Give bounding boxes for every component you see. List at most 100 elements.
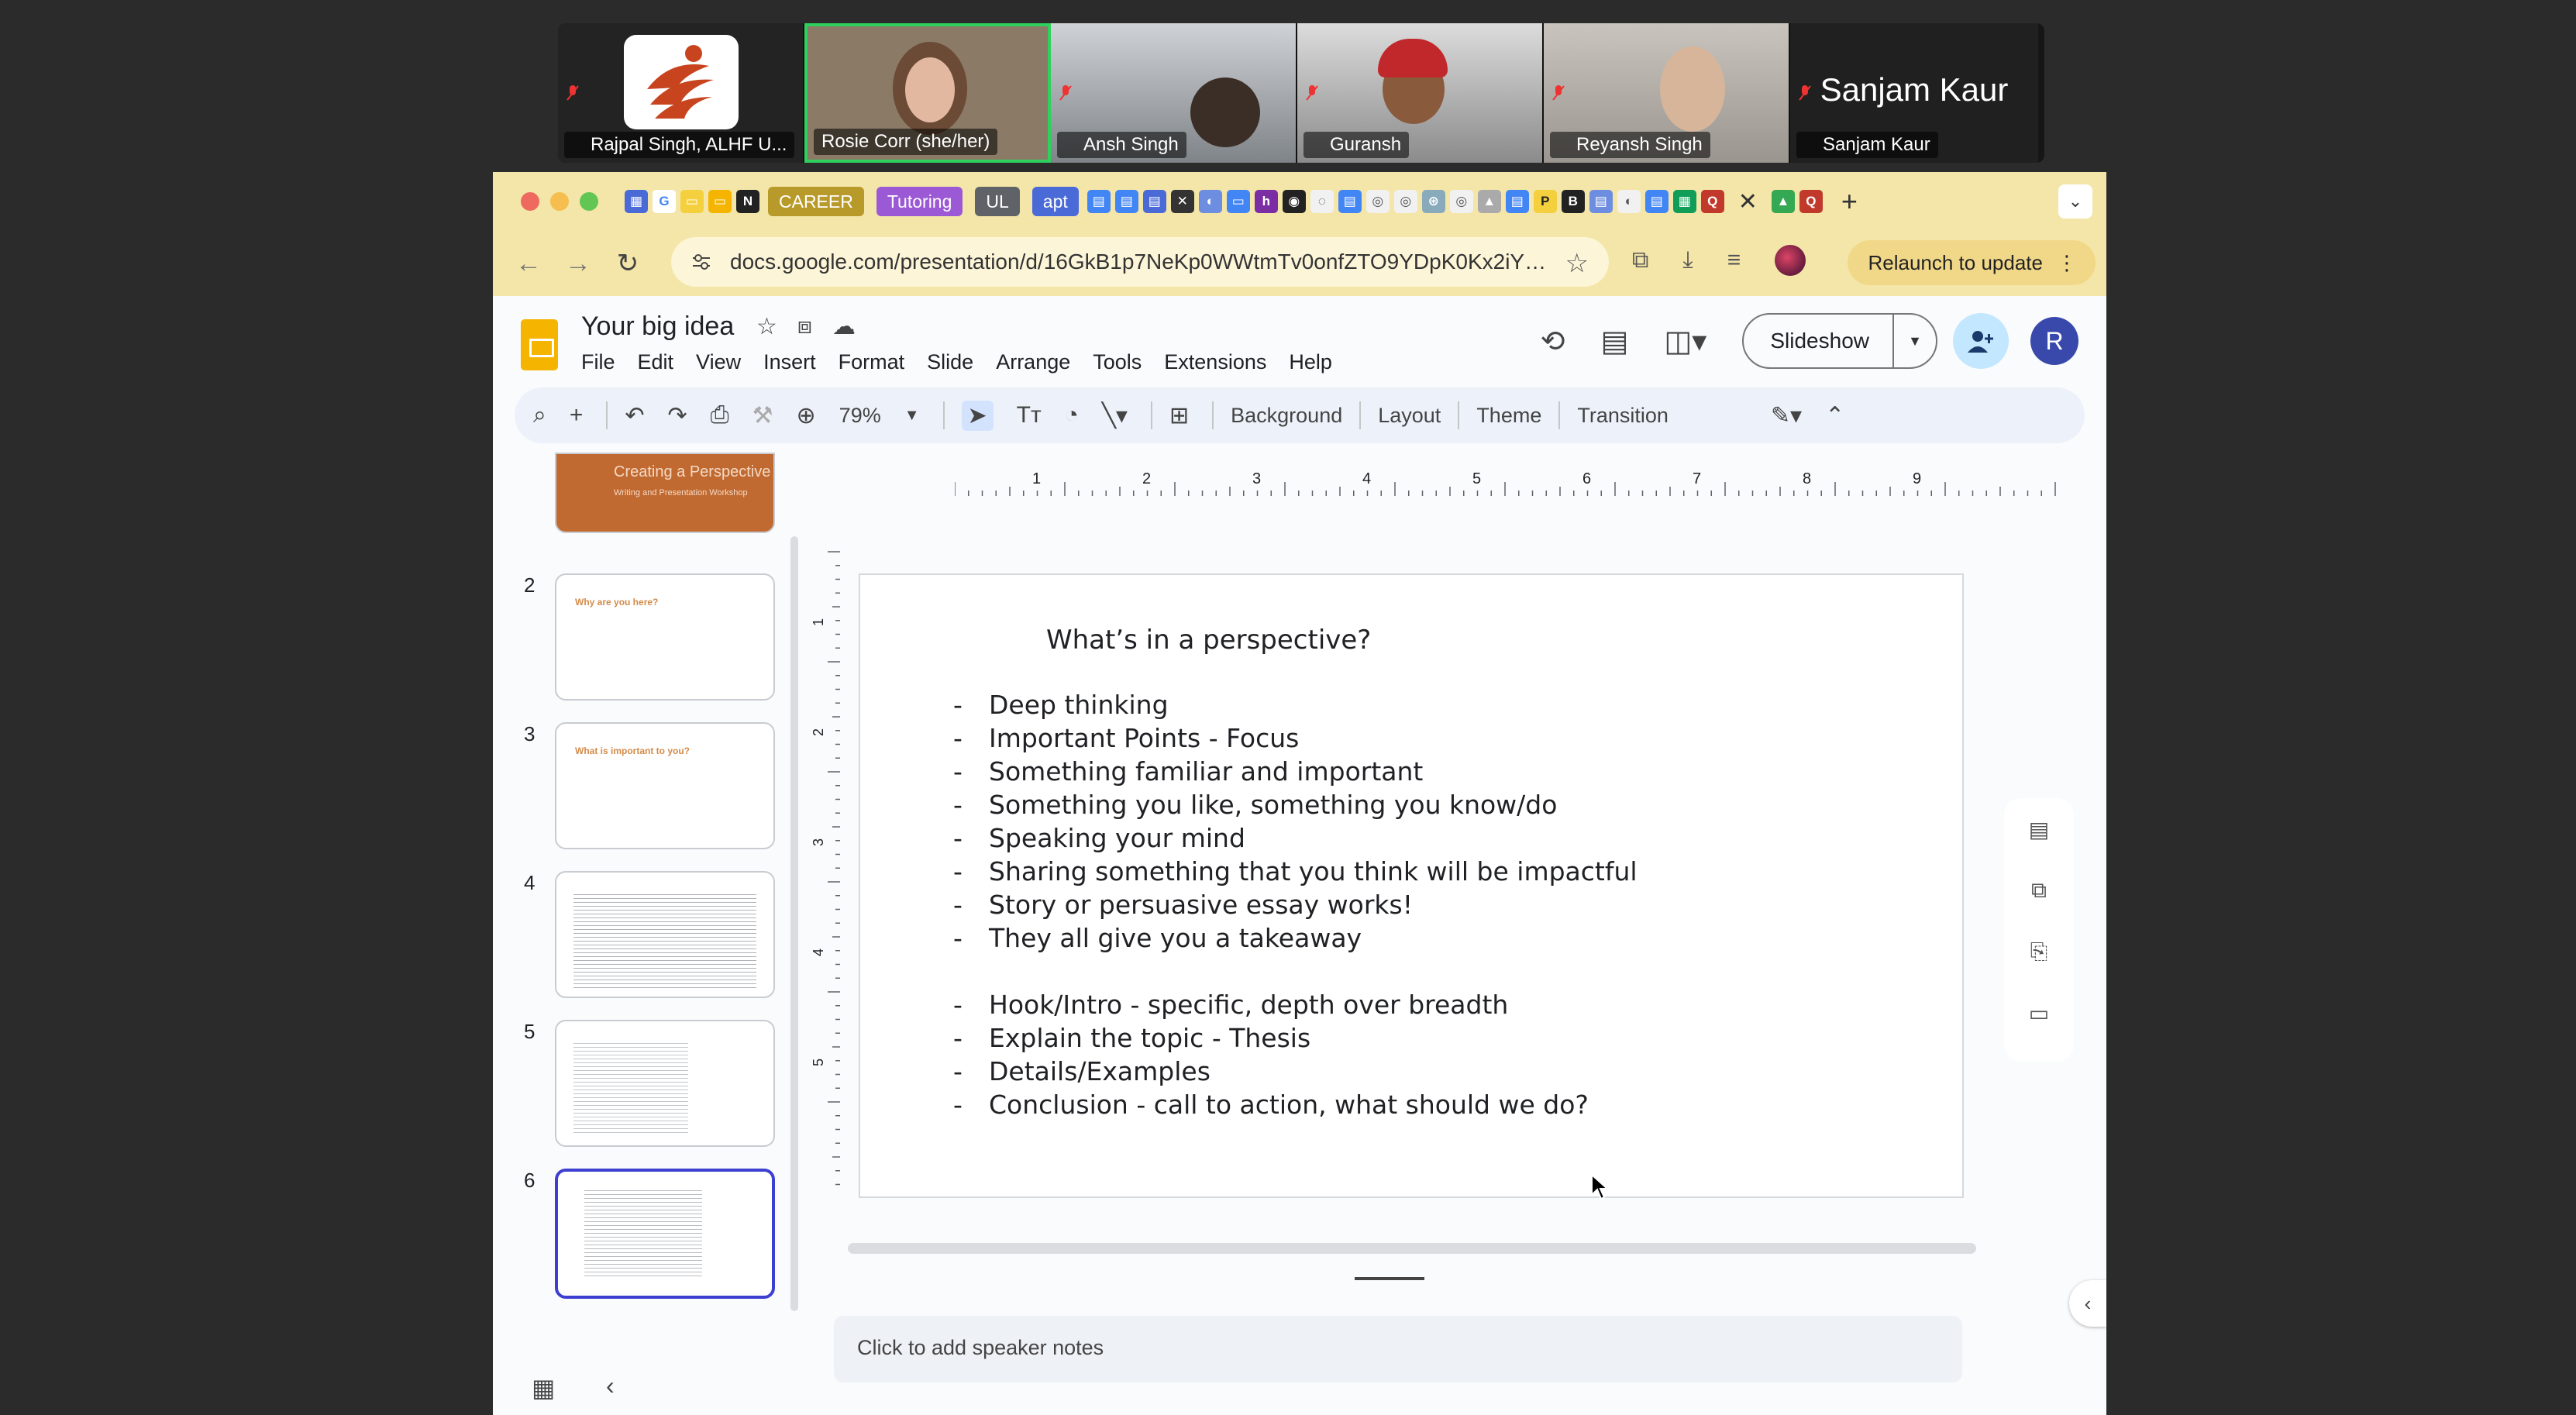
google-tab-icon[interactable]: G bbox=[653, 190, 676, 213]
minimize-window-button[interactable] bbox=[550, 192, 569, 211]
maximize-window-button[interactable] bbox=[580, 192, 598, 211]
slide-thumbnail-5[interactable] bbox=[555, 1020, 775, 1147]
sheets-tab-icon[interactable]: ▦ bbox=[1672, 190, 1696, 213]
collapse-filmstrip-icon[interactable]: ‹ bbox=[606, 1372, 615, 1400]
tab-icon[interactable]: Q bbox=[1799, 190, 1823, 213]
tab-icon[interactable]: ▭ bbox=[1226, 190, 1250, 213]
folder-icon[interactable]: ▭ bbox=[2029, 1000, 2049, 1026]
background-button[interactable]: Background bbox=[1231, 404, 1342, 428]
tab-icon[interactable]: h bbox=[1254, 190, 1278, 213]
menu-help[interactable]: Help bbox=[1289, 350, 1332, 374]
share-button[interactable] bbox=[1953, 313, 2009, 369]
account-avatar[interactable]: R bbox=[2030, 317, 2078, 365]
tab-icon[interactable]: ◉ bbox=[1282, 190, 1306, 213]
slide-bullet-list[interactable]: - Deep thinking - Important Points - Focus… bbox=[953, 688, 1638, 1121]
slide-title[interactable]: What’s in a perspective? bbox=[1046, 625, 1371, 656]
slide-thumbnail-6-selected[interactable] bbox=[555, 1169, 775, 1299]
menu-format[interactable]: Format bbox=[839, 350, 905, 374]
line-icon[interactable]: ╲▾ bbox=[1102, 402, 1128, 429]
slide-thumbnail-4[interactable] bbox=[555, 871, 775, 998]
tab-icon[interactable]: ◐ bbox=[1617, 190, 1641, 213]
url-field[interactable]: docs.google.com/presentation/d/16GkB1p7N… bbox=[671, 237, 1609, 287]
meet-video-icon[interactable]: ◫▾ bbox=[1664, 324, 1706, 359]
slideshow-button[interactable]: Slideshow bbox=[1744, 315, 1894, 367]
layout-button[interactable]: Layout bbox=[1378, 404, 1441, 428]
horizontal-scrollbar[interactable] bbox=[848, 1243, 1976, 1254]
profile-avatar[interactable] bbox=[1775, 245, 1806, 276]
redo-icon[interactable]: ↷ bbox=[667, 402, 687, 429]
relaunch-button[interactable]: Relaunch to update ⋮ bbox=[1848, 240, 2096, 285]
bookmark-chip-apt[interactable]: apt bbox=[1031, 187, 1079, 216]
tab-icon[interactable]: ◎ bbox=[1449, 190, 1473, 213]
contacts-icon[interactable]: ⎘ bbox=[2030, 939, 2047, 965]
slide-thumbnail-3[interactable]: What is important to you? bbox=[555, 722, 775, 849]
zoom-select[interactable]: 79% bbox=[839, 404, 881, 428]
text-box-icon[interactable]: Tт bbox=[1017, 402, 1042, 429]
participant-tile[interactable]: Reyansh Singh bbox=[1544, 23, 1790, 163]
more-vert-icon[interactable]: ⋮ bbox=[2057, 251, 2077, 275]
notes-resize-handle[interactable] bbox=[1355, 1277, 1424, 1280]
site-settings-icon[interactable] bbox=[691, 252, 711, 272]
docs-tab-icon[interactable]: ▤ bbox=[1644, 190, 1669, 213]
close-window-button[interactable] bbox=[521, 192, 539, 211]
grid-view-icon[interactable]: ▦ bbox=[532, 1373, 555, 1403]
theme-button[interactable]: Theme bbox=[1476, 404, 1541, 428]
participant-tile[interactable]: Rajpal Singh, ALHF U... bbox=[558, 23, 804, 163]
bookmark-chip-tutoring[interactable]: Tutoring bbox=[876, 187, 963, 216]
collapse-toolbar-icon[interactable]: ⌃ bbox=[1825, 402, 1844, 429]
menu-tools[interactable]: Tools bbox=[1093, 350, 1142, 374]
tab-icon[interactable]: ◎ bbox=[1365, 190, 1390, 213]
tab-icon[interactable]: ▤ bbox=[1589, 190, 1613, 213]
slides-tab-icon[interactable]: ▭ bbox=[708, 190, 732, 213]
tab-icon[interactable]: ◐ bbox=[1198, 190, 1222, 213]
drive-tab-icon[interactable]: ▲ bbox=[1771, 190, 1795, 213]
star-icon[interactable]: ☆ bbox=[756, 313, 777, 340]
menu-file[interactable]: File bbox=[581, 350, 615, 374]
transition-button[interactable]: Transition bbox=[1577, 404, 1669, 428]
zoom-dropdown-icon[interactable]: ▼ bbox=[904, 407, 920, 425]
notion-tab-icon[interactable]: N bbox=[736, 190, 759, 213]
docs-tab-icon[interactable]: ▤ bbox=[1338, 190, 1362, 213]
menu-extensions[interactable]: Extensions bbox=[1164, 350, 1266, 374]
zoom-icon[interactable]: ⊕ bbox=[797, 402, 816, 429]
tab-icon[interactable]: Q bbox=[1700, 190, 1724, 213]
slideshow-dropdown-icon[interactable]: ▼ bbox=[1894, 333, 1936, 349]
filmstrip-scrollbar[interactable] bbox=[790, 536, 798, 1311]
search-menus-icon[interactable]: ⌕ bbox=[533, 402, 546, 429]
close-tab-icon[interactable]: ✕ bbox=[1738, 188, 1758, 215]
document-title[interactable]: Your big idea bbox=[581, 312, 734, 342]
slides-logo-icon[interactable] bbox=[521, 319, 558, 370]
slides-tab-icon[interactable]: ▭ bbox=[680, 190, 704, 213]
tab-icon[interactable]: ◌ bbox=[1310, 190, 1334, 213]
slide-thumbnail-2[interactable]: Why are you here? bbox=[555, 573, 775, 701]
paint-format-icon[interactable]: ⚒ bbox=[752, 402, 773, 429]
tasks-icon[interactable]: ⧉ bbox=[2031, 878, 2047, 904]
menu-arrange[interactable]: Arrange bbox=[996, 350, 1070, 374]
tab-icon[interactable]: P bbox=[1533, 190, 1557, 213]
show-side-panel-icon[interactable]: ‹ bbox=[2069, 1280, 2106, 1327]
new-slide-icon[interactable]: + bbox=[570, 402, 584, 429]
docs-tab-icon[interactable]: ▤ bbox=[1505, 190, 1529, 213]
tab-icon[interactable]: ▲ bbox=[1477, 190, 1501, 213]
keep-icon[interactable]: ▤ bbox=[2029, 817, 2049, 842]
add-comment-icon[interactable]: ⊞ bbox=[1169, 402, 1189, 429]
slide-thumbnail-1[interactable]: Creating a Perspective Writing and Prese… bbox=[555, 453, 775, 533]
participant-tile[interactable]: Sanjam Kaur Sanjam Kaur bbox=[1790, 23, 2038, 163]
media-controls-icon[interactable]: ≡ bbox=[1727, 247, 1741, 274]
tab-icon[interactable]: ◎ bbox=[1393, 190, 1417, 213]
shape-icon[interactable]: ◔ bbox=[1065, 402, 1079, 429]
new-tab-button[interactable]: + bbox=[1841, 185, 1858, 218]
participant-tile[interactable]: Guransh bbox=[1297, 23, 1544, 163]
participant-tile[interactable]: Ansh Singh bbox=[1051, 23, 1297, 163]
menu-view[interactable]: View bbox=[696, 350, 741, 374]
cloud-status-icon[interactable]: ☁ bbox=[832, 313, 856, 340]
tab-search-chevron-icon[interactable]: ⌄ bbox=[2058, 184, 2092, 219]
forward-arrow-icon[interactable]: → bbox=[553, 249, 603, 279]
menu-insert[interactable]: Insert bbox=[763, 350, 816, 374]
tab-icon[interactable]: B bbox=[1561, 190, 1585, 213]
bookmark-chip-ul[interactable]: UL bbox=[975, 187, 1020, 216]
select-cursor-icon[interactable]: ➤ bbox=[961, 400, 994, 431]
docs-tab-icon[interactable]: ▤ bbox=[1087, 190, 1111, 213]
slide-canvas[interactable]: What’s in a perspective? - Deep thinking … bbox=[859, 573, 1964, 1198]
move-folder-icon[interactable]: ⧈ bbox=[797, 313, 812, 340]
